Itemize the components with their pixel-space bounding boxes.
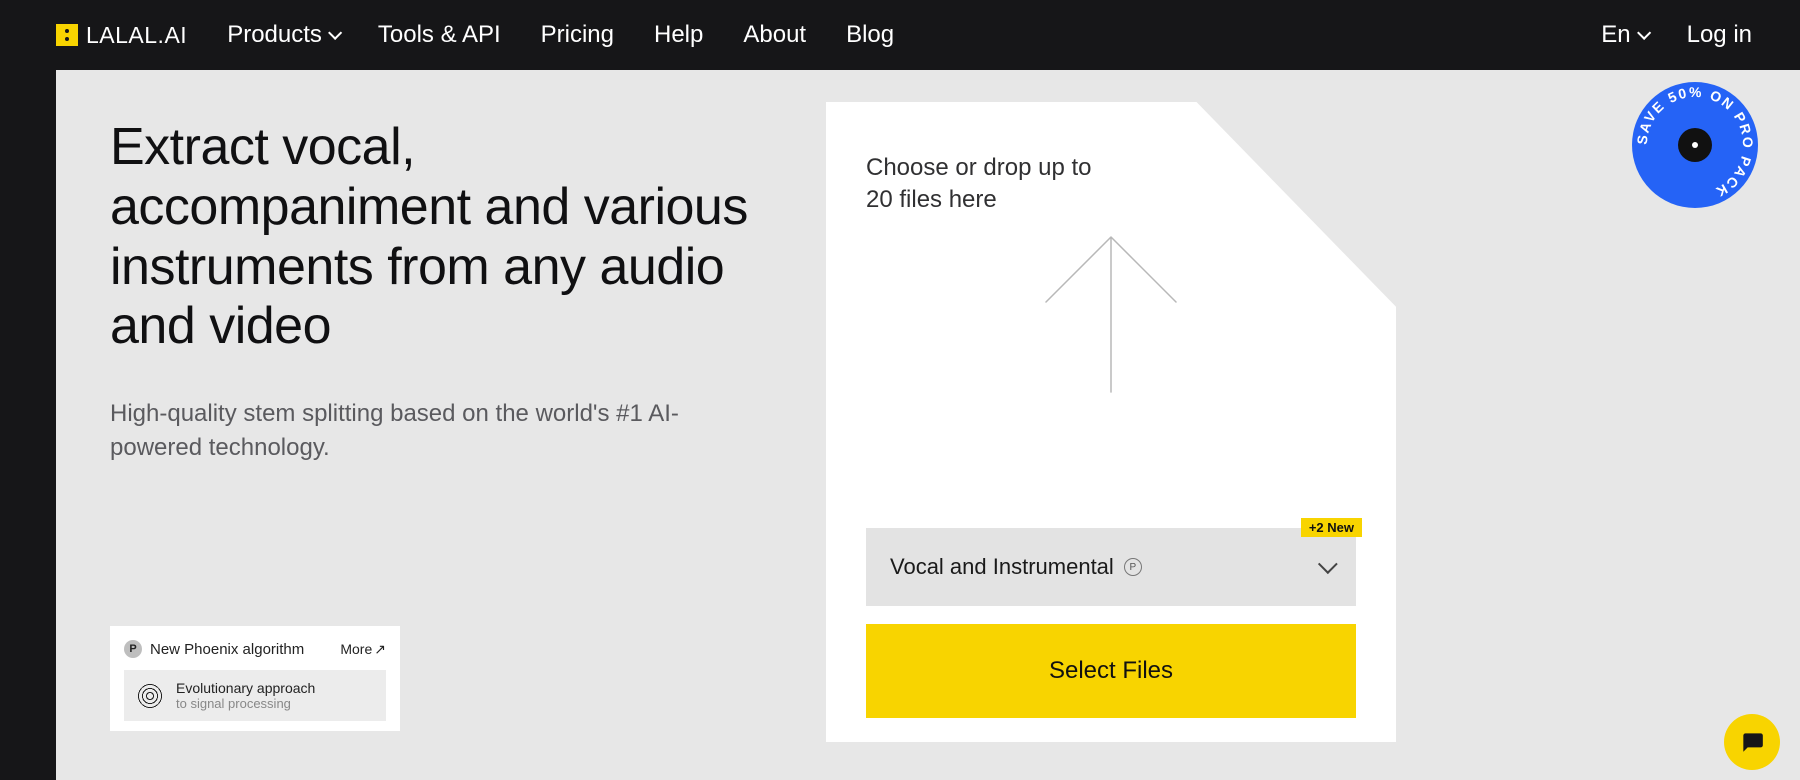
chat-icon: [1739, 729, 1765, 755]
phoenix-card: P New Phoenix algorithm More ↗ Evolution…: [110, 626, 400, 731]
nav-pricing[interactable]: Pricing: [541, 21, 614, 49]
phoenix-header: P New Phoenix algorithm More ↗: [124, 640, 386, 658]
phoenix-header-text: New Phoenix algorithm: [150, 641, 304, 658]
svg-text:SAVE 50% ON PRO PACK: SAVE 50% ON PRO PACK: [1634, 84, 1756, 201]
spiral-icon: [136, 682, 164, 710]
promo-text-content: SAVE 50% ON PRO PACK: [1634, 84, 1756, 201]
logo-icon: [56, 24, 78, 46]
promo-ring-text: SAVE 50% ON PRO PACK: [1632, 82, 1758, 208]
hero-title: Extract vocal, accompaniment and various…: [110, 118, 750, 357]
drop-instructions: Choose or drop up to 20 files here: [866, 152, 1106, 217]
phoenix-badge-icon: P: [124, 640, 142, 658]
language-label: En: [1601, 21, 1630, 49]
hero-subtitle: High-quality stem splitting based on the…: [110, 397, 750, 464]
upload-arrow-icon: [1031, 227, 1191, 402]
nav-products-label: Products: [227, 21, 322, 49]
phoenix-feature-text: Evolutionary approach to signal processi…: [176, 680, 315, 711]
nav-products[interactable]: Products: [227, 21, 338, 49]
select-files-label: Select Files: [1049, 657, 1173, 685]
chat-launcher[interactable]: [1724, 714, 1780, 770]
phoenix-more-label: More: [340, 641, 372, 657]
top-nav: LALAL.AI Products Tools & API Pricing He…: [0, 0, 1800, 70]
select-files-button[interactable]: Select Files: [866, 624, 1356, 718]
nav-blog[interactable]: Blog: [846, 21, 894, 49]
login-label: Log in: [1687, 21, 1752, 49]
nav-right: En Log in: [1601, 21, 1752, 49]
login-link[interactable]: Log in: [1687, 21, 1752, 49]
language-selector[interactable]: En: [1601, 21, 1646, 49]
phoenix-more-link[interactable]: More ↗: [340, 641, 386, 658]
external-link-icon: ↗: [374, 641, 386, 658]
new-badge: +2 New: [1301, 518, 1362, 537]
brand-logo[interactable]: LALAL.AI: [56, 22, 187, 49]
main-stage: Extract vocal, accompaniment and various…: [56, 70, 1800, 780]
stem-type-dropdown[interactable]: +2 New Vocal and Instrumental P: [866, 528, 1356, 606]
nav-help-label: Help: [654, 21, 703, 49]
brand-name: LALAL.AI: [86, 22, 187, 49]
nav-pricing-label: Pricing: [541, 21, 614, 49]
phoenix-feature-title: Evolutionary approach: [176, 680, 315, 696]
stem-selected-label: Vocal and Instrumental: [890, 554, 1114, 580]
nav-blog-label: Blog: [846, 21, 894, 49]
chevron-down-icon: [1318, 554, 1338, 574]
hero-section: Extract vocal, accompaniment and various…: [110, 118, 750, 464]
chevron-down-icon: [328, 26, 342, 40]
chevron-down-icon: [1637, 26, 1651, 40]
nav-about-label: About: [743, 21, 806, 49]
nav-help[interactable]: Help: [654, 21, 703, 49]
phoenix-header-left: P New Phoenix algorithm: [124, 640, 304, 658]
promo-badge[interactable]: SAVE 50% ON PRO PACK: [1632, 82, 1758, 208]
phoenix-feature-row[interactable]: Evolutionary approach to signal processi…: [124, 670, 386, 721]
primary-nav: Products Tools & API Pricing Help About …: [227, 21, 894, 49]
phoenix-feature-sub: to signal processing: [176, 696, 315, 711]
nav-about[interactable]: About: [743, 21, 806, 49]
nav-tools-label: Tools & API: [378, 21, 501, 49]
upload-panel[interactable]: Choose or drop up to 20 files here +2 Ne…: [826, 102, 1396, 742]
nav-tools[interactable]: Tools & API: [378, 21, 501, 49]
phoenix-mark-icon: P: [1124, 558, 1142, 576]
